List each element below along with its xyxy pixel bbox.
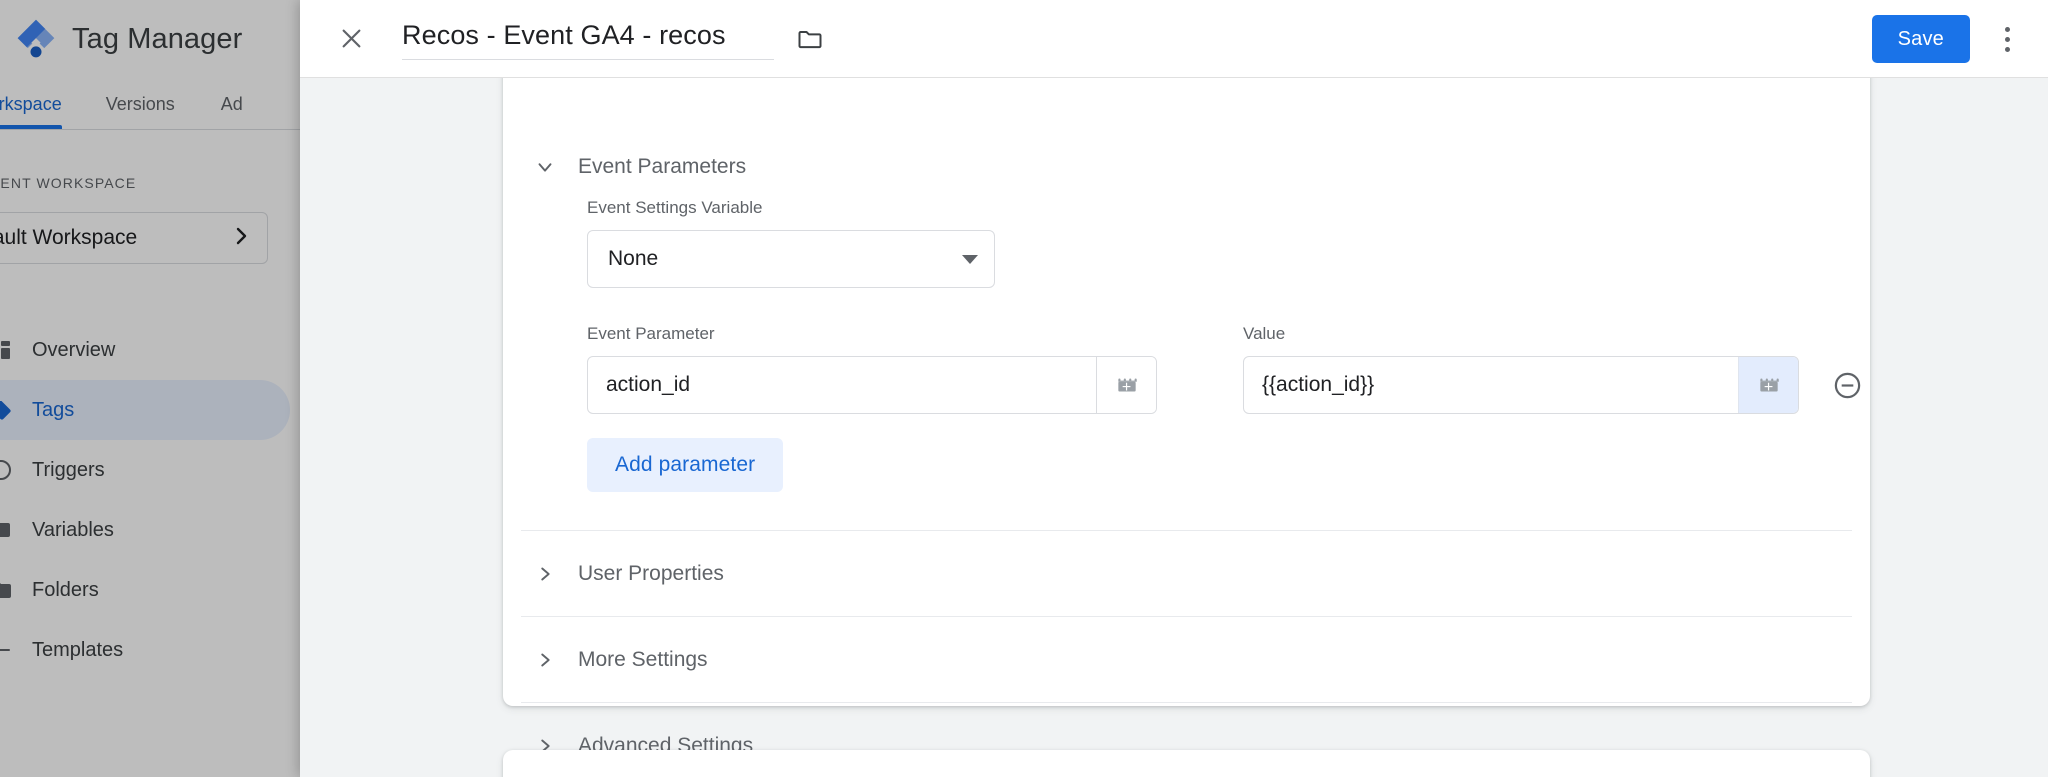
more-vert-icon[interactable] [1984, 16, 2030, 62]
section-header-more-settings[interactable]: More Settings [503, 617, 1870, 702]
column-header-value: Value [1243, 324, 1286, 343]
sidebar-item-label: Tags [32, 398, 75, 421]
tag-editor-modal: Save Event Parameters Eve [300, 0, 2048, 777]
parameter-input-group: + [587, 356, 1157, 414]
header-actions: Save [1871, 0, 2048, 78]
title-wrap [402, 17, 830, 60]
parameter-column: Event Parameter + [587, 324, 1157, 414]
event-settings-variable-label: Event Settings Variable [587, 198, 763, 217]
gtm-logo-icon [14, 17, 58, 61]
close-icon[interactable] [328, 16, 374, 62]
sidebar-item-overview[interactable]: Overview [0, 320, 290, 380]
sidebar-item-templates[interactable]: Templates [0, 620, 290, 680]
chevron-right-icon [229, 224, 253, 252]
add-parameter-button[interactable]: Add parameter [587, 438, 784, 492]
remove-circle-icon[interactable] [1825, 363, 1869, 407]
sidebar-item-label: Folders [32, 578, 99, 601]
trigger-icon [0, 457, 14, 483]
workspace-selector[interactable]: fault Workspace [0, 212, 268, 264]
sidebar-item-label: Variables [32, 518, 114, 541]
background-app: Tag Manager Workspace Versions Ad RRENT … [0, 0, 300, 777]
current-workspace-label: RRENT WORKSPACE [0, 175, 137, 191]
tag-name-input[interactable] [402, 17, 774, 60]
tab-workspace[interactable]: Workspace [0, 94, 62, 129]
variable-icon [0, 517, 14, 543]
sidebar-item-triggers[interactable]: Triggers [0, 440, 290, 500]
sidebar-item-variables[interactable]: Variables [0, 500, 290, 560]
overview-icon [0, 337, 14, 363]
section-title: User Properties [578, 561, 724, 585]
tag-icon [0, 397, 14, 423]
chevron-right-icon [533, 563, 557, 585]
parameter-row: Event Parameter + [587, 324, 1870, 414]
parameter-name-input[interactable] [588, 357, 1096, 413]
next-card [503, 750, 1870, 777]
app-tabs: Workspace Versions Ad [0, 78, 300, 130]
sidebar-item-label: Templates [32, 638, 124, 661]
value-input-group: + [1243, 356, 1799, 414]
insert-variable-icon[interactable]: + [1096, 357, 1156, 413]
parameter-value-input[interactable] [1244, 357, 1738, 413]
tab-admin[interactable]: Ad [221, 94, 243, 129]
sidebar-item-folders[interactable]: Folders [0, 560, 290, 620]
modal-body: Event Parameters Event Settings Variable… [300, 78, 2048, 777]
value-column: Value + [1243, 324, 1799, 414]
app-topbar: Tag Manager [0, 0, 300, 78]
modal-header: Save [300, 0, 2048, 78]
event-settings-variable-value: None [608, 247, 659, 270]
workspace-name: fault Workspace [0, 226, 138, 249]
folder-icon [0, 577, 14, 603]
folder-icon[interactable] [790, 19, 830, 59]
save-button[interactable]: Save [1871, 15, 1970, 63]
chevron-right-icon [533, 649, 557, 671]
sidebar-nav: Overview Tags Triggers Variables Folders… [0, 320, 290, 680]
event-parameters-body: Event Settings Variable None Event Param… [503, 198, 1870, 530]
template-icon [0, 637, 14, 663]
section-header-user-properties[interactable]: User Properties [503, 531, 1870, 616]
tab-versions[interactable]: Versions [106, 94, 175, 129]
sidebar-item-tags[interactable]: Tags [0, 380, 290, 440]
section-title: Event Parameters [578, 155, 747, 178]
section-header-event-parameters[interactable]: Event Parameters [503, 136, 1870, 198]
chevron-down-icon [533, 156, 557, 178]
app-title: Tag Manager [72, 22, 243, 55]
insert-variable-icon[interactable]: + [1738, 357, 1798, 413]
section-title: More Settings [578, 647, 708, 671]
event-parameters-card: Event Parameters Event Settings Variable… [503, 78, 1870, 757]
caret-down-icon [962, 254, 978, 264]
sidebar-item-label: Overview [32, 338, 116, 361]
column-header-event-parameter: Event Parameter [587, 324, 715, 343]
event-settings-variable-select[interactable]: None [587, 230, 995, 288]
sidebar-item-label: Triggers [32, 458, 105, 481]
